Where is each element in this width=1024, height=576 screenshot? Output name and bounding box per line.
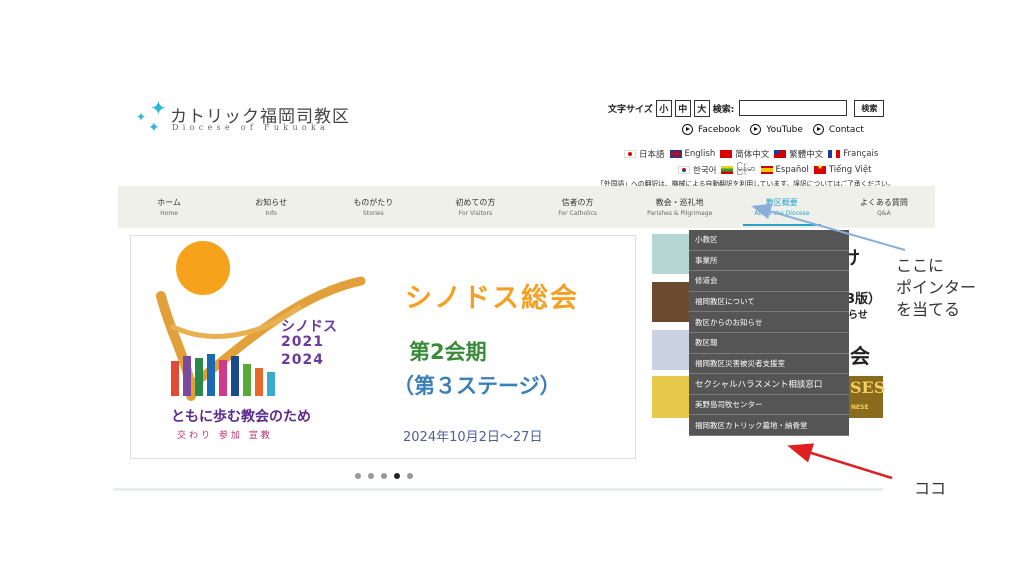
annotation-arrows xyxy=(751,203,906,480)
pointer-arrow xyxy=(751,203,906,251)
annotation-here: ココ xyxy=(914,479,947,498)
annotation-pointer-line1: ここに xyxy=(896,256,945,275)
here-arrow xyxy=(787,443,893,480)
annotation-pointer-line2: ポインター xyxy=(896,278,977,297)
annotation-pointer-line3: を当てる xyxy=(896,300,961,319)
